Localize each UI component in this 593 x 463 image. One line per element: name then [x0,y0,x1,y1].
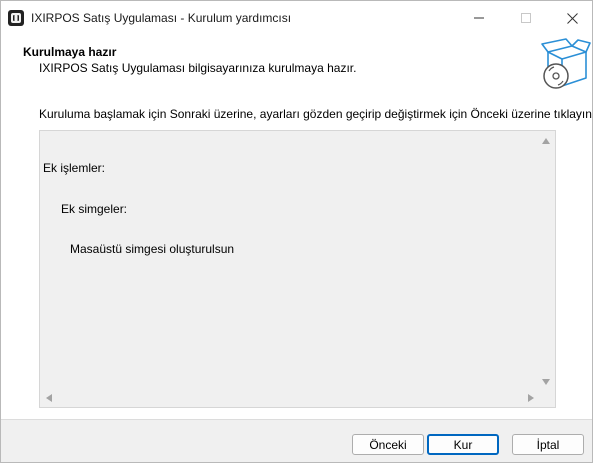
wizard-content: Kuruluma başlamak için Sonraki üzerine, … [1,95,593,419]
horizontal-scrollbar[interactable] [40,390,540,407]
setup-box-icon [541,38,591,89]
minimize-button[interactable] [456,1,502,35]
install-button[interactable]: Kur [427,434,499,455]
scroll-down-button[interactable] [538,375,555,392]
page-subtitle: IXIRPOS Satış Uygulaması bilgisayarınıza… [39,61,357,75]
arrow-down-icon [542,379,550,385]
arrow-right-icon [528,394,534,402]
back-button[interactable]: Önceki [352,434,424,455]
arrow-up-icon [542,138,550,144]
close-icon [566,12,578,24]
memo-line: Masaüstü simgesi oluşturulsun [70,242,235,256]
page-title: Kurulmaya hazır [23,45,117,59]
maximize-button[interactable] [503,1,549,35]
maximize-icon [521,13,531,23]
scroll-right-button[interactable] [523,390,540,407]
instruction-text: Kuruluma başlamak için Sonraki üzerine, … [39,107,593,121]
wizard-header: Kurulmaya hazır IXIRPOS Satış Uygulaması… [1,35,592,95]
footer-divider [1,419,592,420]
app-logo-icon [8,10,24,26]
minimize-icon [474,17,484,19]
title-bar[interactable]: IXIRPOS Satış Uygulaması - Kurulum yardı… [1,1,592,35]
vertical-scrollbar[interactable] [538,131,555,392]
memo-line: Ek işlemler: [43,161,106,175]
window-title: IXIRPOS Satış Uygulaması - Kurulum yardı… [31,11,292,25]
close-button[interactable] [549,1,593,35]
memo-text: Ek işlemler: Ek simgeler: Masaüstü simge… [43,135,234,284]
memo-line: Ek simgeler: [61,201,128,216]
arrow-left-icon [46,394,52,402]
setup-wizard-window: IXIRPOS Satış Uygulaması - Kurulum yardı… [0,0,593,463]
cancel-button[interactable]: İptal [512,434,584,455]
scroll-up-button[interactable] [538,131,555,148]
ready-memo[interactable]: Ek işlemler: Ek simgeler: Masaüstü simge… [39,130,556,408]
scroll-left-button[interactable] [40,390,57,407]
